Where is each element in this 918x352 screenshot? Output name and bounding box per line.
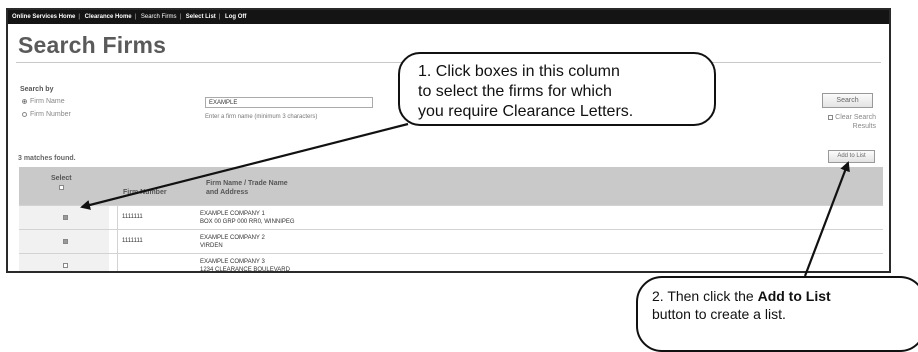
callout1-line1: 1. Click boxes in this column — [418, 63, 620, 80]
top-nav-bar: Online Services Home | Clearance Home | Se… — [8, 10, 889, 24]
instruction-callout-2: 2. Then click the Add to List button to … — [636, 276, 918, 352]
nav-online-services-home[interactable]: Online Services Home — [12, 14, 75, 20]
header-name-line1: Firm Name / Trade Name — [206, 180, 288, 187]
header-select: Select — [51, 175, 72, 190]
firm-address: BOX 00 GRP 000 RR0, WINNIPEG — [200, 219, 295, 225]
callout2-line2: button to create a list. — [652, 306, 786, 322]
row-select-cell — [19, 230, 109, 253]
results-table: Select Firm Number Firm Name / Trade Nam… — [19, 167, 883, 273]
callout2-bold: Add to List — [757, 288, 831, 304]
header-firm-number: Firm Number — [123, 189, 167, 196]
callout2-pre: 2. Then click the — [652, 288, 758, 304]
firm-number — [117, 254, 192, 271]
search-by-label: Search by — [20, 86, 54, 93]
clear-search-results-checkbox[interactable]: Clear Search Results — [806, 113, 876, 131]
row-select-cell — [19, 254, 109, 271]
search-hint: Enter a firm name (minimum 3 characters) — [205, 114, 318, 120]
firm-name: EXAMPLE COMPANY 3 — [200, 259, 265, 265]
search-input[interactable]: EXAMPLE — [205, 97, 373, 108]
nav-separator: | — [78, 14, 80, 20]
callout1-line3: you require Clearance Letters. — [418, 103, 634, 120]
radio-firm-number-label: Firm Number — [30, 111, 71, 118]
add-to-list-button[interactable]: Add to List — [828, 150, 875, 163]
nav-log-off[interactable]: Log Off — [225, 14, 246, 20]
nav-separator: | — [179, 14, 182, 20]
screenshot-frame: Online Services Home | Clearance Home | Se… — [6, 8, 891, 273]
table-header: Select Firm Number Firm Name / Trade Nam… — [19, 167, 883, 205]
table-row: 1111111 EXAMPLE COMPANY 2 VIRDEN — [19, 229, 883, 253]
firm-name: EXAMPLE COMPANY 1 — [200, 211, 265, 217]
radio-firm-name[interactable]: Firm Name — [22, 98, 65, 105]
callout1-line2: to select the firms for which — [418, 83, 612, 100]
header-name-line2: and Address — [206, 189, 249, 196]
instruction-callout-1: 1. Click boxes in this column to select … — [398, 52, 716, 126]
firm-address: 1234 CLEARANCE BOULEVARD — [200, 267, 290, 273]
table-row: EXAMPLE COMPANY 3 1234 CLEARANCE BOULEVA… — [19, 253, 883, 273]
checkbox-icon[interactable] — [828, 114, 834, 120]
row-checkbox[interactable] — [63, 239, 68, 244]
clear-label-line2: Results — [852, 123, 876, 130]
match-count: 3 matches found. — [18, 155, 76, 162]
select-all-checkbox[interactable] — [58, 185, 64, 190]
header-select-label: Select — [51, 175, 72, 182]
clear-label-line1: Clear Search — [835, 114, 876, 121]
nav-separator: | — [134, 14, 137, 20]
nav-search-firms[interactable]: Search Firms — [141, 14, 177, 20]
nav-select-list[interactable]: Select List — [186, 14, 216, 20]
radio-selected-icon[interactable] — [22, 99, 27, 104]
radio-unselected-icon[interactable] — [22, 112, 27, 117]
firm-name-address: EXAMPLE COMPANY 1 BOX 00 GRP 000 RR0, WI… — [200, 210, 295, 226]
firm-name: EXAMPLE COMPANY 2 — [200, 235, 265, 241]
nav-clearance-home[interactable]: Clearance Home — [85, 14, 132, 20]
row-checkbox[interactable] — [63, 263, 68, 268]
header-firm-name: Firm Name / Trade Name and Address — [206, 179, 288, 197]
radio-firm-number[interactable]: Firm Number — [22, 111, 71, 118]
firm-number: 1111111 — [117, 230, 192, 253]
firm-address: VIRDEN — [200, 243, 223, 249]
firm-name-address: EXAMPLE COMPANY 2 VIRDEN — [200, 234, 265, 250]
radio-firm-name-label: Firm Name — [30, 98, 65, 105]
table-row: 1111111 EXAMPLE COMPANY 1 BOX 00 GRP 000… — [19, 205, 883, 229]
row-select-cell — [19, 206, 109, 229]
firm-name-address: EXAMPLE COMPANY 3 1234 CLEARANCE BOULEVA… — [200, 258, 290, 273]
row-checkbox[interactable] — [63, 215, 68, 220]
search-button[interactable]: Search — [822, 93, 873, 108]
nav-separator: | — [218, 14, 221, 20]
firm-number: 1111111 — [117, 206, 192, 229]
page-title: Search Firms — [18, 32, 167, 58]
